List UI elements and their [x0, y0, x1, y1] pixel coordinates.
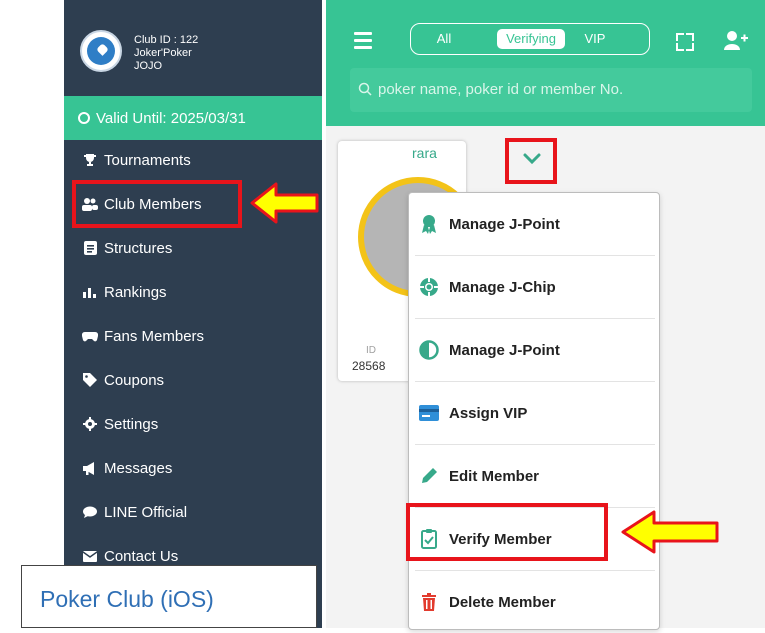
member-id-label: ID — [366, 345, 376, 356]
highlight-club-members — [72, 180, 242, 228]
chevron-down-icon[interactable] — [521, 148, 543, 170]
menu-item-manage-j-point-2[interactable]: Manage J-Point — [409, 319, 659, 381]
caption-text: Poker Club (iOS) — [40, 586, 214, 612]
trophy-icon — [82, 153, 98, 167]
menu-item-label: Manage J-Point — [449, 341, 560, 359]
pencil-icon — [419, 466, 439, 486]
club-header: Club ID : 122 Joker'Poker JOJO — [64, 0, 322, 96]
clock-icon — [78, 112, 90, 124]
sidebar-item-label: Fans Members — [104, 327, 205, 345]
club-owner: JOJO — [134, 60, 163, 72]
tag-icon — [82, 373, 98, 387]
sidebar-item-tournaments[interactable]: Tournaments — [64, 138, 322, 182]
half-circle-icon — [419, 340, 439, 360]
menu-item-label: Delete Member — [449, 593, 556, 611]
menu-item-label: Edit Member — [449, 467, 540, 485]
award-icon — [419, 214, 439, 234]
megaphone-icon — [82, 461, 98, 475]
envelope-icon — [82, 549, 98, 563]
arrow-club-members — [250, 182, 319, 224]
club-logo — [80, 30, 122, 72]
menu-icon[interactable] — [354, 32, 372, 53]
menu-item-assign-vip[interactable]: Assign VIP — [409, 382, 659, 444]
menu-item-label: Manage J-Chip — [449, 278, 556, 296]
filter-segmented-control: All Verifying VIP — [410, 23, 650, 55]
menu-item-edit-member[interactable]: Edit Member — [409, 445, 659, 507]
top-bar: All Verifying VIP poker name, poker id o… — [326, 0, 765, 126]
menu-item-label: Manage J-Point — [449, 215, 560, 233]
sidebar-item-line-official[interactable]: LINE Official — [64, 490, 322, 534]
gear-icon — [82, 417, 98, 431]
tab-verifying[interactable]: Verifying — [497, 29, 565, 49]
search-input[interactable]: poker name, poker id or member No. — [378, 81, 623, 98]
sidebar-item-fans-members[interactable]: Fans Members — [64, 314, 322, 358]
club-name: Joker'Poker — [134, 47, 192, 59]
menu-item-label: Assign VIP — [449, 404, 528, 422]
add-user-icon[interactable] — [724, 30, 748, 50]
highlight-verify-member — [406, 503, 608, 561]
fullscreen-icon[interactable] — [676, 33, 694, 51]
card-icon — [419, 403, 439, 423]
gamepad-icon — [82, 329, 98, 343]
bar-chart-icon — [82, 285, 98, 299]
sidebar-item-label: Rankings — [104, 283, 167, 301]
arrow-verify-member — [621, 510, 719, 554]
search-bar[interactable]: poker name, poker id or member No. — [350, 68, 752, 112]
member-name: rara — [412, 145, 437, 161]
sidebar-item-label: Messages — [104, 459, 173, 477]
sidebar-item-rankings[interactable]: Rankings — [64, 270, 322, 314]
list-icon — [82, 241, 98, 255]
chat-icon — [82, 505, 98, 519]
tab-vip[interactable]: VIP — [579, 29, 611, 49]
sidebar-item-label: Contact Us — [104, 547, 179, 565]
sidebar-item-messages[interactable]: Messages — [64, 446, 322, 490]
sidebar: Club ID : 122 Joker'Poker JOJO Valid Unt… — [64, 0, 322, 628]
menu-item-manage-j-chip[interactable]: Manage J-Chip — [409, 256, 659, 318]
sidebar-item-settings[interactable]: Settings — [64, 402, 322, 446]
menu-item-manage-j-point[interactable]: Manage J-Point — [409, 193, 659, 255]
sidebar-item-structures[interactable]: Structures — [64, 226, 322, 270]
sidebar-item-label: LINE Official — [104, 503, 188, 521]
menu-item-delete-member[interactable]: Delete Member — [409, 571, 659, 633]
tab-all[interactable]: All — [429, 29, 459, 49]
search-icon — [358, 82, 372, 96]
club-id: Club ID : 122 — [134, 34, 199, 46]
member-id-value: 28568 — [352, 359, 386, 373]
valid-until-bar: Valid Until: 2025/03/31 — [64, 96, 322, 140]
valid-until-text: Valid Until: 2025/03/31 — [96, 109, 246, 127]
caption-box: Poker Club (iOS) — [21, 565, 317, 628]
sidebar-item-label: Structures — [104, 239, 173, 257]
trash-icon — [419, 592, 439, 612]
sidebar-item-label: Settings — [104, 415, 159, 433]
chip-icon — [419, 277, 439, 297]
sidebar-item-coupons[interactable]: Coupons — [64, 358, 322, 402]
sidebar-item-label: Tournaments — [104, 151, 191, 169]
sidebar-item-label: Coupons — [104, 371, 165, 389]
member-actions-dropdown: Manage J-Point Manage J-Chip Manage J-Po… — [408, 192, 660, 630]
